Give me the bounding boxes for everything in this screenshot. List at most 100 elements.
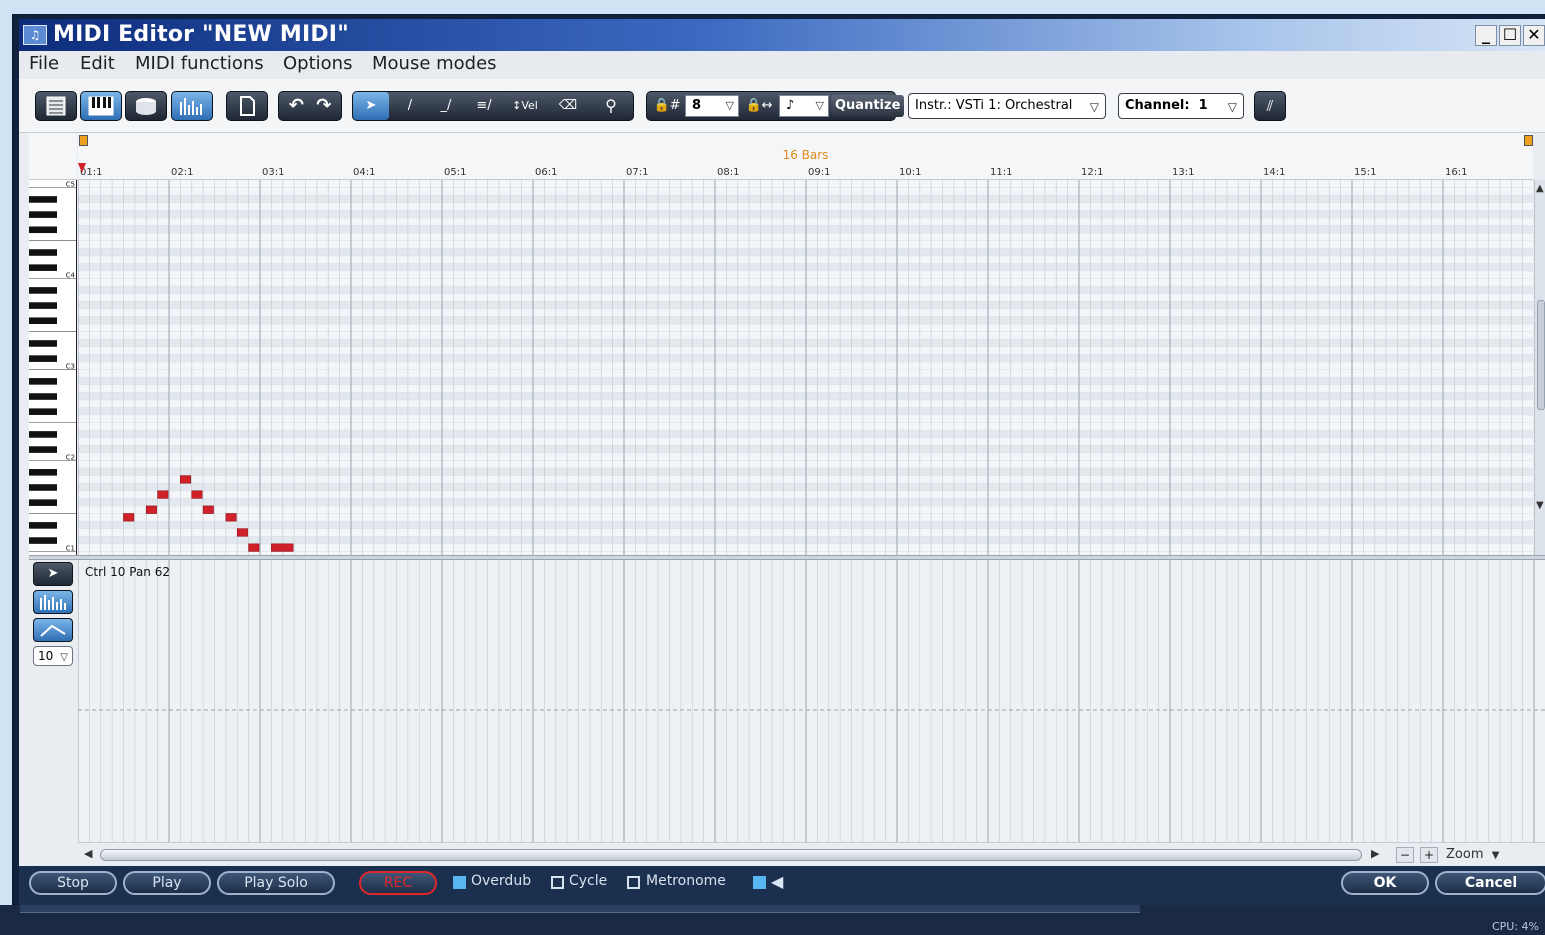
midi-note[interactable] xyxy=(180,475,192,484)
list-view-button[interactable] xyxy=(35,91,77,121)
chevron-down-icon: ▽ xyxy=(60,652,68,663)
record-button[interactable]: REC xyxy=(359,871,437,895)
piano-keyboard[interactable]: C5 C4 C3 C2 C1 xyxy=(29,180,77,555)
speaker-checkbox[interactable] xyxy=(753,876,766,889)
horizontal-scroll-thumb[interactable] xyxy=(100,849,1362,861)
menu-mouse-modes[interactable]: Mouse modes xyxy=(372,53,497,74)
play-solo-button[interactable]: Play Solo xyxy=(217,871,335,895)
controller-bars-button[interactable] xyxy=(33,590,73,614)
black-key[interactable] xyxy=(29,522,57,529)
channel-select[interactable]: Channel: 1 ▽ xyxy=(1118,93,1244,119)
scroll-left-icon[interactable]: ◀ xyxy=(84,847,92,860)
black-key[interactable] xyxy=(29,484,57,491)
loop-start-marker[interactable] xyxy=(79,135,88,146)
midi-note[interactable] xyxy=(202,505,214,514)
velocity-tool[interactable]: ↕Vel xyxy=(505,92,545,120)
length-value: ♪ xyxy=(786,98,795,113)
black-key[interactable] xyxy=(29,211,57,218)
vertical-scroll-thumb[interactable] xyxy=(1537,300,1545,410)
maximize-button[interactable]: ☐ xyxy=(1499,25,1521,46)
controller-pointer-button[interactable]: ➤ xyxy=(33,562,73,586)
pencil-tool[interactable]: / xyxy=(395,92,425,120)
eraser-tool[interactable]: ⌫ xyxy=(551,92,585,120)
controller-curve-button[interactable] xyxy=(33,618,73,642)
zoom-tool[interactable]: ⚲ xyxy=(593,92,629,120)
horizontal-scrollbar[interactable]: ◀ ▶ − + Zoom ▼ xyxy=(78,842,1545,866)
title-bar[interactable]: ♫ MIDI Editor "NEW MIDI" _ ☐ ✕ xyxy=(19,19,1545,51)
midi-note[interactable] xyxy=(236,528,248,537)
midi-note[interactable] xyxy=(145,505,157,514)
midi-note[interactable] xyxy=(248,543,260,552)
black-key[interactable] xyxy=(29,469,57,476)
scroll-right-icon[interactable]: ▶ xyxy=(1371,847,1379,860)
black-key[interactable] xyxy=(29,264,57,271)
new-document-button[interactable] xyxy=(226,91,268,121)
cycle-checkbox[interactable] xyxy=(551,876,564,889)
link-button[interactable]: ⫽ xyxy=(1254,91,1286,121)
black-key[interactable] xyxy=(29,393,57,400)
velocity-view-button[interactable] xyxy=(171,91,213,121)
menu-file[interactable]: File xyxy=(29,53,59,74)
black-key[interactable] xyxy=(29,378,57,385)
metronome-checkbox[interactable] xyxy=(627,876,640,889)
midi-note[interactable] xyxy=(123,513,135,522)
controller-lane[interactable] xyxy=(78,560,1545,842)
instrument-select[interactable]: Instr.: VSTi 1: Orchestral ▽ xyxy=(908,93,1106,119)
zoom-out-button[interactable]: − xyxy=(1396,847,1414,863)
speaker-icon: ◀ xyxy=(771,872,784,891)
black-key[interactable] xyxy=(29,226,57,234)
midi-note[interactable] xyxy=(225,513,237,522)
undo-icon[interactable]: ↶ xyxy=(289,92,304,120)
midi-note[interactable] xyxy=(271,543,294,552)
midi-note[interactable] xyxy=(191,490,203,499)
note-grid-canvas[interactable] xyxy=(78,180,1533,555)
play-button[interactable]: Play xyxy=(123,871,211,895)
new-document-icon xyxy=(240,96,255,116)
black-key[interactable] xyxy=(29,317,57,325)
controller-number-select[interactable]: 10 ▽ xyxy=(33,646,73,666)
black-key[interactable] xyxy=(29,340,57,347)
minimize-button[interactable]: _ xyxy=(1475,25,1497,46)
midi-note[interactable] xyxy=(157,490,169,499)
black-key[interactable] xyxy=(29,446,57,453)
menu-edit[interactable]: Edit xyxy=(80,53,115,74)
cancel-button[interactable]: Cancel xyxy=(1435,871,1545,895)
overdub-checkbox[interactable] xyxy=(453,876,466,889)
zoom-in-button[interactable]: + xyxy=(1420,847,1438,863)
note-grid[interactable] xyxy=(78,180,1533,555)
black-key[interactable] xyxy=(29,196,57,203)
scroll-down-icon[interactable]: ▼ xyxy=(1536,500,1544,511)
black-key[interactable] xyxy=(29,537,57,544)
black-key[interactable] xyxy=(29,249,57,256)
vertical-scrollbar[interactable]: ▲ ▼ xyxy=(1534,180,1545,555)
drum-editor-button[interactable] xyxy=(125,91,167,121)
timeline-ruler[interactable]: 16 Bars 01:1 02:1 03:1 04:1 05:1 06:1 07:1 08:1… xyxy=(78,133,1533,180)
menu-midi-functions[interactable]: MIDI functions xyxy=(135,53,264,74)
black-key[interactable] xyxy=(29,355,57,362)
scroll-up-icon[interactable]: ▲ xyxy=(1536,183,1544,194)
length-select[interactable]: ♪ ▽ xyxy=(779,95,829,117)
cycle-label: Cycle xyxy=(569,873,608,889)
redo-icon[interactable]: ↷ xyxy=(316,92,331,120)
stop-button[interactable]: Stop xyxy=(29,871,117,895)
multi-draw-tool[interactable]: ≡/ xyxy=(467,92,501,120)
menu-options[interactable]: Options xyxy=(283,53,352,74)
controller-lane-canvas[interactable] xyxy=(78,560,1545,842)
black-key[interactable] xyxy=(29,287,57,294)
quantize-button[interactable]: Quantize xyxy=(831,95,905,117)
close-button[interactable]: ✕ xyxy=(1523,25,1545,46)
pointer-tool[interactable]: ➤ xyxy=(353,92,389,120)
black-key[interactable] xyxy=(29,499,57,506)
black-key[interactable] xyxy=(29,431,57,438)
playhead-marker[interactable] xyxy=(78,163,86,173)
ok-button[interactable]: OK xyxy=(1341,871,1429,895)
piano-keys[interactable]: C5 C4 C3 C2 C1 xyxy=(29,180,77,555)
grid-select[interactable]: 8 ▽ xyxy=(685,95,739,117)
line-draw-tool[interactable]: _/ xyxy=(429,92,463,120)
black-key[interactable] xyxy=(29,302,57,309)
zoom-menu[interactable]: Zoom ▼ xyxy=(1446,847,1499,862)
line-draw-icon: _/ xyxy=(440,98,452,113)
piano-roll-button[interactable] xyxy=(80,91,122,121)
black-key[interactable] xyxy=(29,408,57,415)
loop-end-marker[interactable] xyxy=(1524,135,1533,146)
